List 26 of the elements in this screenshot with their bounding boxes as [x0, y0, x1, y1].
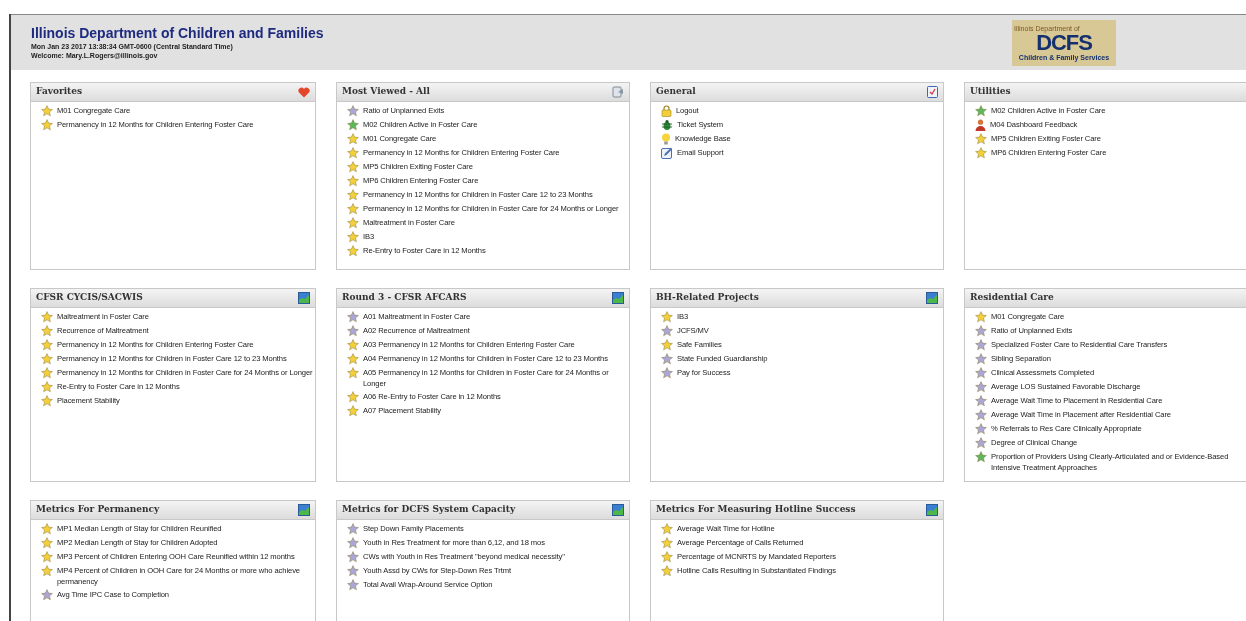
- chart-icon: [298, 504, 310, 516]
- report-icon: [612, 86, 624, 98]
- chart-icon: [926, 504, 938, 516]
- chart-icon: [612, 504, 624, 516]
- panel-title: Round 3 - CFSR AFCARS: [342, 291, 467, 305]
- chart-icon: [612, 292, 624, 304]
- panel-title: BH-Related Projects: [656, 291, 759, 305]
- checklist-icon: [927, 86, 938, 98]
- panel-title: Residential Care: [970, 291, 1054, 305]
- chart-icon: [926, 292, 938, 304]
- heart-icon: [298, 86, 310, 98]
- lock-icon: [661, 105, 672, 117]
- site-title: Illinois Department of Children and Families: [31, 25, 324, 42]
- panel-title: Favorites: [36, 85, 83, 99]
- bug-icon: [661, 119, 673, 131]
- lightbulb-icon: [661, 133, 671, 145]
- panel-title: Metrics For Permanency: [36, 503, 160, 517]
- panel-title: Metrics for DCFS System Capacity: [342, 503, 516, 517]
- person-icon: [975, 119, 986, 131]
- chart-icon: [298, 292, 310, 304]
- panel-title: Utilities: [970, 85, 1011, 99]
- panel-title: CFSR CYCIS/SACWIS: [36, 291, 143, 305]
- edit-icon: [661, 147, 673, 159]
- panel-title: Most Viewed - All: [342, 85, 430, 99]
- panel-title: General: [656, 85, 696, 99]
- panel-title: Metrics For Measuring Hotline Success: [656, 503, 856, 517]
